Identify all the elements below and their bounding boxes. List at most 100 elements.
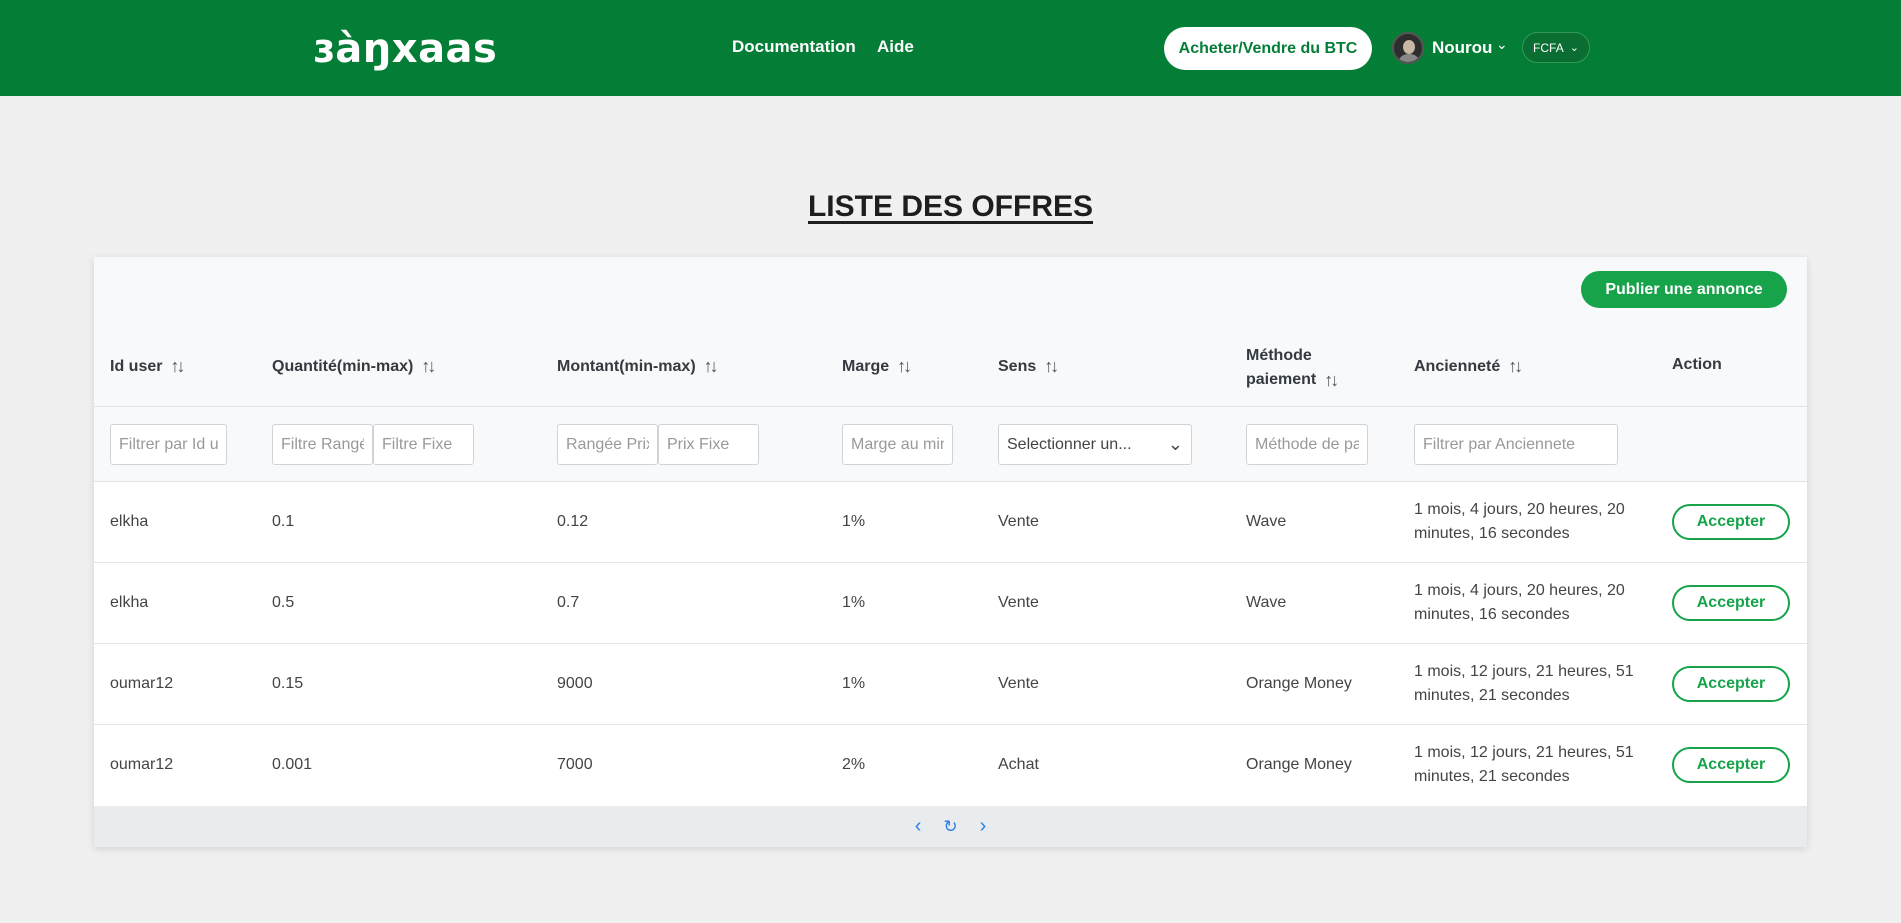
cell-montant: 9000	[557, 675, 593, 692]
refresh-icon[interactable]: ↻	[943, 817, 957, 837]
select-value: Selectionner un...	[1007, 435, 1132, 453]
cell-quantite: 0.001	[272, 756, 313, 773]
chevron-down-icon: ⌄	[1167, 434, 1183, 454]
col-header-montant[interactable]: Montant(min-max) ↑↓	[557, 356, 719, 377]
anciennete-line1: 1 mois, 12 jours, 21 heures, 51	[1414, 663, 1634, 680]
cell-sens: Vente	[998, 675, 1039, 692]
accept-button[interactable]: Accepter	[1672, 504, 1790, 540]
filter-montant-range-input[interactable]	[557, 424, 658, 465]
currency-selector[interactable]: FCFA ⌄	[1522, 32, 1590, 63]
cell-methode: Wave	[1246, 513, 1287, 530]
table-row: oumar12 0.001 7000 2% Achat Orange Money…	[94, 725, 1807, 806]
cell-marge: 2%	[842, 756, 866, 773]
col-header-label: Ancienneté	[1414, 357, 1501, 375]
anciennete-line2: minutes, 21 secondes	[1414, 687, 1570, 704]
anciennete-line1: 1 mois, 4 jours, 20 heures, 20	[1414, 582, 1625, 599]
cell-anciennete: 1 mois, 12 jours, 21 heures, 51 minutes,…	[1414, 660, 1634, 708]
filter-montant-fixe-input[interactable]	[658, 424, 759, 465]
filter-id-user-input[interactable]	[110, 424, 227, 465]
cell-methode: Orange Money	[1246, 756, 1352, 773]
col-header-action: Action	[1672, 356, 1722, 374]
chevron-down-icon: ⌄	[1569, 42, 1579, 54]
publish-offer-button[interactable]: Publier une annonce	[1581, 271, 1787, 308]
sort-icon[interactable]: ↑↓	[1324, 368, 1339, 392]
cell-quantite: 0.1	[272, 513, 295, 530]
cell-anciennete: 1 mois, 12 jours, 21 heures, 51 minutes,…	[1414, 741, 1634, 789]
chevron-down-icon[interactable]: ⌄	[1496, 36, 1508, 53]
col-header-label: Méthode paiement	[1246, 344, 1316, 392]
currency-label: FCFA	[1533, 40, 1564, 55]
cell-id-user: oumar12	[110, 756, 174, 773]
sort-icon[interactable]: ↑↓	[421, 356, 436, 377]
chevron-right-icon[interactable]: ›	[980, 815, 987, 838]
cell-id-user: elkha	[110, 513, 149, 530]
cell-montant: 0.7	[557, 594, 580, 611]
col-header-label: Marge	[842, 357, 890, 375]
table-body: elkha 0.1 0.12 1% Vente Wave 1 mois, 4 j…	[94, 482, 1807, 806]
sort-icon[interactable]: ↑↓	[1508, 356, 1523, 377]
table-row: elkha 0.5 0.7 1% Vente Wave 1 mois, 4 jo…	[94, 563, 1807, 644]
chevron-left-icon[interactable]: ‹	[915, 815, 922, 838]
cell-methode: Orange Money	[1246, 675, 1352, 692]
sort-icon[interactable]: ↑↓	[1044, 356, 1059, 377]
cell-marge: 1%	[842, 594, 866, 611]
cell-montant: 7000	[557, 756, 593, 773]
cell-quantite: 0.5	[272, 594, 295, 611]
col-header-anciennete[interactable]: Ancienneté ↑↓	[1414, 356, 1523, 377]
col-header-label: Id user	[110, 357, 163, 375]
sort-icon[interactable]: ↑↓	[897, 356, 912, 377]
accept-button[interactable]: Accepter	[1672, 666, 1790, 702]
table-row: oumar12 0.15 9000 1% Vente Orange Money …	[94, 644, 1807, 725]
avatar-body	[1398, 54, 1420, 62]
brand-logo[interactable]: ɜàŋxaas	[313, 24, 497, 74]
pagination-bar: ‹ ↻ ›	[94, 806, 1807, 847]
col-header-quantite[interactable]: Quantité(min-max) ↑↓	[272, 356, 436, 377]
col-header-sens[interactable]: Sens ↑↓	[998, 356, 1059, 377]
avatar-face	[1403, 40, 1415, 54]
buy-sell-btc-button[interactable]: Acheter/Vendre du BTC	[1164, 27, 1372, 70]
col-header-label: Sens	[998, 357, 1037, 375]
col-header-id-user[interactable]: Id user ↑↓	[110, 356, 185, 377]
filter-quantite-range-input[interactable]	[272, 424, 373, 465]
cell-methode: Wave	[1246, 594, 1287, 611]
cell-marge: 1%	[842, 513, 866, 530]
filter-sens-select[interactable]: Selectionner un... ⌄	[998, 424, 1192, 465]
col-header-label: Action	[1672, 356, 1722, 373]
sort-icon[interactable]: ↑↓	[704, 356, 719, 377]
cell-id-user: oumar12	[110, 675, 174, 692]
accept-button[interactable]: Accepter	[1672, 747, 1790, 783]
anciennete-line2: minutes, 16 secondes	[1414, 606, 1570, 623]
cell-anciennete: 1 mois, 4 jours, 20 heures, 20 minutes, …	[1414, 498, 1625, 546]
anciennete-line1: 1 mois, 12 jours, 21 heures, 51	[1414, 744, 1634, 761]
col-header-marge[interactable]: Marge ↑↓	[842, 356, 912, 377]
cell-sens: Vente	[998, 513, 1039, 530]
col-header-label: Montant(min-max)	[557, 357, 696, 375]
sort-icon[interactable]: ↑↓	[170, 356, 185, 377]
filter-quantite-fixe-input[interactable]	[373, 424, 474, 465]
col-header-label: Quantité(min-max)	[272, 357, 414, 375]
filter-marge-input[interactable]	[842, 424, 953, 465]
user-menu-name[interactable]: Nourou	[1432, 38, 1492, 58]
anciennete-line2: minutes, 16 secondes	[1414, 525, 1570, 542]
cell-sens: Vente	[998, 594, 1039, 611]
filter-row: Selectionner un... ⌄	[94, 407, 1807, 482]
col-header-label-line2: paiement	[1246, 371, 1317, 388]
anciennete-line1: 1 mois, 4 jours, 20 heures, 20	[1414, 501, 1625, 518]
cell-marge: 1%	[842, 675, 866, 692]
filter-methode-input[interactable]	[1246, 424, 1368, 465]
page-title: LISTE DES OFFRES	[807, 190, 1094, 223]
accept-button[interactable]: Accepter	[1672, 585, 1790, 621]
nav-documentation[interactable]: Documentation	[732, 37, 856, 57]
table-row: elkha 0.1 0.12 1% Vente Wave 1 mois, 4 j…	[94, 482, 1807, 563]
user-avatar[interactable]	[1392, 32, 1424, 64]
nav-aide[interactable]: Aide	[877, 37, 914, 57]
col-header-label-line1: Méthode	[1246, 347, 1312, 364]
col-header-methode[interactable]: Méthode paiement ↑↓	[1246, 344, 1339, 392]
cell-id-user: elkha	[110, 594, 149, 611]
top-navbar: ɜàŋxaas Documentation Aide Acheter/Vendr…	[0, 0, 1901, 96]
anciennete-line2: minutes, 21 secondes	[1414, 768, 1570, 785]
filter-anciennete-input[interactable]	[1414, 424, 1618, 465]
cell-montant: 0.12	[557, 513, 589, 530]
cell-anciennete: 1 mois, 4 jours, 20 heures, 20 minutes, …	[1414, 579, 1625, 627]
table-header: Id user ↑↓ Quantité(min-max) ↑↓ Montant(…	[94, 326, 1807, 407]
